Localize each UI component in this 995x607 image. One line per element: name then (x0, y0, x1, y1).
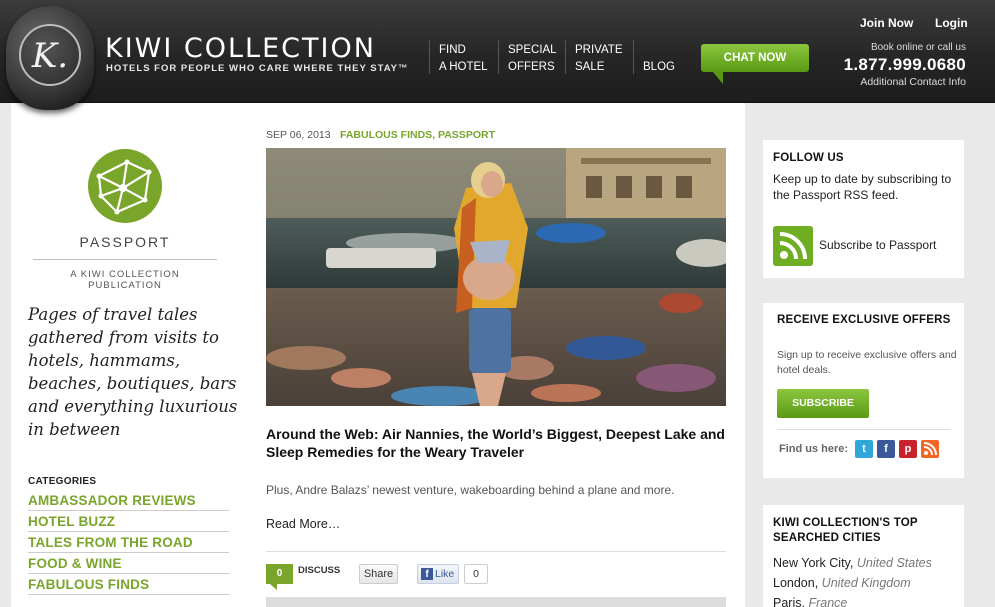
city-name: Paris (773, 596, 802, 607)
comment-count-badge[interactable]: 0 (266, 564, 293, 584)
additional-contact-link[interactable]: Additional Contact Info (860, 76, 966, 88)
blog-post: SEP 06, 2013 FABULOUS FINDS, PASSPORT Ar… (246, 103, 745, 607)
title-line: KIWI COLLECTION'S TOP (773, 517, 918, 529)
post-title[interactable]: Around the Web: Air Nannies, the World’s… (266, 425, 736, 461)
divider (266, 551, 726, 552)
category-link[interactable]: TALES FROM THE ROAD (28, 532, 229, 553)
follow-us-text: Keep up to date by subscribing to the Pa… (773, 172, 952, 202)
follow-us-card: FOLLOW US Keep up to date by subscribing… (763, 140, 964, 278)
comment-bubble-tail (270, 584, 277, 590)
passport-title: PASSPORT (79, 234, 171, 250)
discuss-link[interactable]: DISCUSS (298, 565, 340, 576)
passport-sidebar: PASSPORT A KIWI COLLECTION PUBLICATION P… (11, 103, 246, 607)
find-us-label: Find us here: (779, 443, 849, 455)
chat-bubble-tail (713, 72, 723, 84)
top-cities-card: KIWI COLLECTION'S TOP SEARCHED CITIES Ne… (763, 505, 964, 607)
city-list: New York City, United States London, Uni… (773, 553, 932, 607)
category-link[interactable]: HOTEL BUZZ (28, 511, 229, 532)
category-link[interactable]: FOOD & WINE (28, 553, 229, 574)
book-online-text: Book online or call us (870, 42, 966, 53)
logo-emblem: K. (19, 24, 81, 86)
country-name: France (808, 596, 848, 607)
rss-icon[interactable] (921, 440, 939, 458)
rss-feed-icon[interactable] (773, 226, 813, 266)
join-now-link[interactable]: Join Now (860, 16, 913, 30)
facebook-icon[interactable]: f (877, 440, 895, 458)
publication-subtitle: A KIWI COLLECTION PUBLICATION (70, 269, 180, 291)
nav-blog[interactable]: BLOG (643, 59, 675, 76)
passport-intro: Pages of travel tales gathered from visi… (28, 305, 238, 439)
city-name: London (773, 576, 815, 590)
city-link[interactable]: New York City, United States (773, 553, 932, 573)
categories-heading: CATEGORIES (28, 476, 97, 487)
subscribe-passport-link[interactable]: Subscribe to Passport (819, 238, 936, 252)
post-excerpt: Plus, Andre Balazs’ newest venture, wake… (266, 483, 675, 497)
top-cities-title: KIWI COLLECTION'S TOP SEARCHED CITIES (773, 516, 918, 546)
phone-number: 1.877.999.0680 (843, 55, 966, 74)
next-post-edge (266, 597, 726, 607)
subscribe-button[interactable]: SUBSCRIBE (777, 389, 869, 418)
site-header: KIWI COLLECTION HOTELS FOR PEOPLE WHO CA… (0, 0, 995, 103)
nav-label: FIND (439, 44, 466, 56)
city-link[interactable]: London, United Kingdom (773, 573, 932, 593)
nav-private-sale[interactable]: PRIVATE SALE (575, 42, 623, 76)
twitter-icon[interactable]: t (855, 440, 873, 458)
nav-label: PRIVATE (575, 44, 623, 56)
nav-divider (498, 40, 499, 74)
category-list: AMBASSADOR REVIEWS HOTEL BUZZ TALES FROM… (28, 490, 229, 595)
facebook-like-button[interactable]: f Like (417, 564, 459, 584)
category-link[interactable]: FABULOUS FINDS (28, 574, 229, 595)
exclusive-offers-card: RECEIVE EXCLUSIVE OFFERS Sign up to rece… (763, 303, 964, 478)
city-link[interactable]: Paris, France (773, 593, 932, 607)
like-count: 0 (464, 564, 488, 584)
nav-label: A HOTEL (439, 61, 488, 73)
offers-text: Sign up to receive exclusive offers and … (777, 349, 957, 376)
title-line: SEARCHED CITIES (773, 532, 881, 544)
like-label: Like (435, 568, 455, 580)
brand-tagline: HOTELS FOR PEOPLE WHO CARE WHERE THEY ST… (106, 63, 409, 74)
nav-divider (633, 40, 634, 74)
offers-title: RECEIVE EXCLUSIVE OFFERS (777, 314, 951, 326)
kiwi-logo-seal[interactable]: K. (6, 6, 94, 110)
brand-title[interactable]: KIWI COLLECTION (105, 33, 376, 64)
country-name: United States (856, 556, 932, 570)
chat-now-button[interactable]: CHAT NOW (701, 44, 809, 72)
nav-label: BLOG (643, 61, 675, 73)
follow-us-title: FOLLOW US (773, 152, 844, 164)
country-name: United Kingdom (821, 576, 911, 590)
post-date: SEP 06, 2013 (266, 129, 331, 141)
logo-letter: K. (31, 36, 69, 76)
nav-label: SPECIAL (508, 44, 557, 56)
share-button[interactable]: Share (359, 564, 398, 584)
divider (33, 259, 217, 260)
nav-divider (429, 40, 430, 74)
city-name: New York City (773, 556, 850, 570)
divider (777, 429, 951, 430)
nav-label: OFFERS (508, 61, 555, 73)
login-link[interactable]: Login (935, 16, 968, 30)
nav-divider (565, 40, 566, 74)
category-link[interactable]: AMBASSADOR REVIEWS (28, 490, 229, 511)
nav-label: SALE (575, 61, 605, 73)
read-more-link[interactable]: Read More… (266, 517, 340, 531)
passport-globe-icon[interactable] (87, 148, 163, 224)
pinterest-icon[interactable]: p (899, 440, 917, 458)
facebook-icon: f (421, 568, 433, 580)
nav-find-hotel[interactable]: FIND A HOTEL (439, 42, 488, 76)
post-photo[interactable] (266, 148, 726, 406)
nav-special-offers[interactable]: SPECIAL OFFERS (508, 42, 557, 76)
post-categories[interactable]: FABULOUS FINDS, PASSPORT (340, 129, 495, 141)
